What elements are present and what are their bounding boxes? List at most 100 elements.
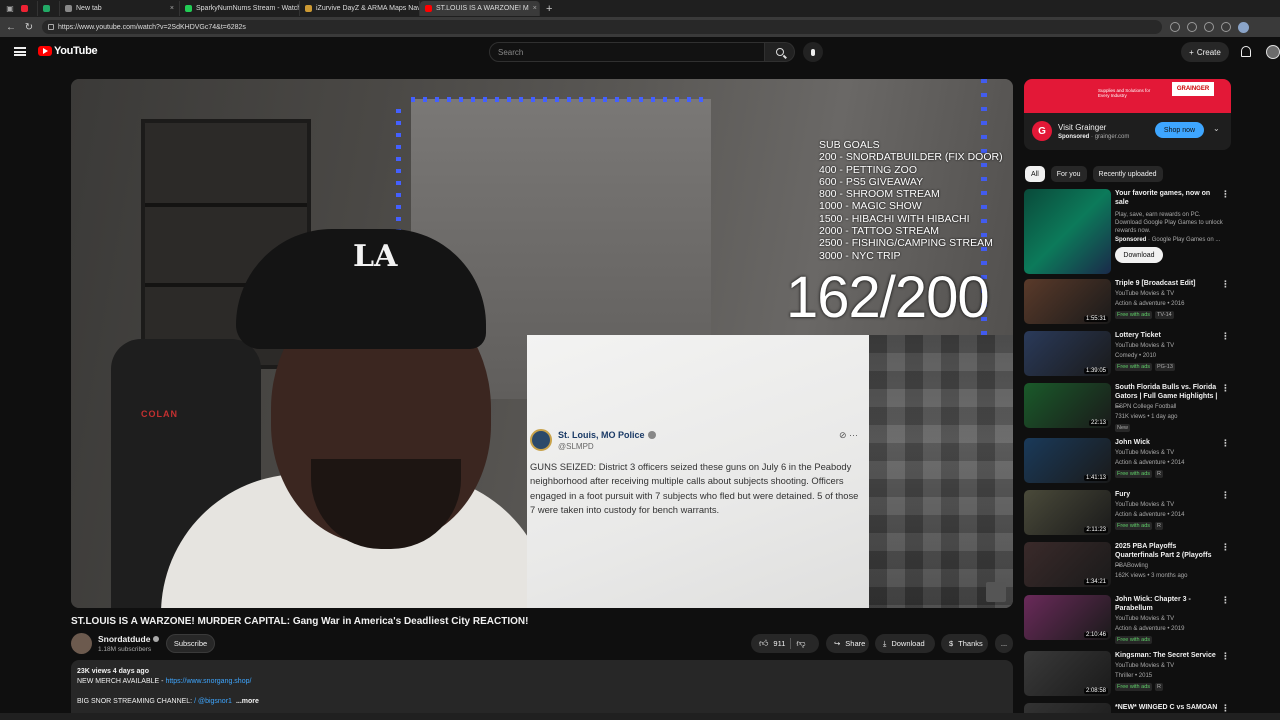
merch-line: NEW MERCH AVAILABLE - https://www.snorga… [77,677,1007,687]
video-thumbnail[interactable]: 2:11:23 [1024,490,1111,535]
more-vert-icon[interactable]: ⋮ [1221,490,1230,501]
show-more-link[interactable]: ...more [236,698,259,705]
notifications-bell-icon[interactable] [1241,46,1251,57]
extensions-puzzle-icon[interactable] [1221,21,1231,32]
more-actions-button[interactable]: ... [995,634,1013,653]
video-player[interactable]: COLAN LA SUB GOALS 200 - SNORDATBUILDER … [71,79,1013,608]
more-vert-icon[interactable]: ⋮ [1221,189,1230,200]
site-info-icon[interactable] [48,24,54,30]
rec-title[interactable]: Fury [1115,490,1219,499]
rec-title[interactable]: John Wick [1115,438,1219,447]
recommendation-item[interactable]: 2:08:58 Kingsman: The Secret Service YouTu… [1024,651,1234,701]
more-vert-icon[interactable]: ⋮ [1221,542,1230,553]
youtube-logo[interactable]: YouTube [38,45,98,57]
recommendation-item[interactable]: 22:13 South Florida Bulls vs. Florida Gat… [1024,383,1234,433]
recommendation-item[interactable]: 2:11:23 Fury YouTube Movies & TV Action & a… [1024,490,1234,540]
filter-chip[interactable]: All [1025,166,1045,182]
more-vert-icon[interactable]: ⋮ [1221,595,1230,606]
browser-tab[interactable] [16,1,38,16]
filter-chip[interactable]: Recently uploaded [1092,166,1163,182]
rec-title[interactable]: Lottery Ticket [1115,331,1219,340]
create-button[interactable]: + Create [1181,42,1229,62]
video-thumbnail[interactable]: 1:34:21 [1024,542,1111,587]
browser-tab[interactable]: ST.LOUIS IS A WARZONE! M × [420,1,540,16]
rec-channel[interactable]: YouTube Movies & TV [1115,343,1174,349]
download-button[interactable]: ⤓ Download [875,634,935,653]
rec-channel[interactable]: YouTube Movies & TV [1115,502,1174,508]
recommendation-item[interactable]: 1:55:31 Triple 9 [Broadcast Edit] YouTube … [1024,279,1234,329]
address-bar[interactable]: https://www.youtube.com/watch?v=2SdKHDVG… [42,20,1162,34]
ad-thumbnail[interactable] [1024,189,1111,274]
video-thumbnail[interactable]: 22:13 [1024,383,1111,428]
profile-avatar[interactable] [1238,21,1249,33]
browser-tab[interactable] [38,1,60,16]
close-tab-icon[interactable]: × [166,5,174,12]
channel-name[interactable]: Snordatdude [98,634,160,644]
ad-banner[interactable]: Supplies and Solutions for Every Industr… [1024,79,1231,113]
rec-title[interactable]: Triple 9 [Broadcast Edit] [1115,279,1219,288]
more-vert-icon[interactable]: ⋮ [1221,383,1230,394]
share-button[interactable]: ↪ Share [826,634,869,653]
video-thumbnail[interactable]: 1:55:31 [1024,279,1111,324]
rec-title[interactable]: Your favorite games, now on sale [1115,189,1219,207]
tab-actions-icon[interactable]: ▣ [4,3,16,15]
browser-tab[interactable]: iZurvive DayZ & ARMA Maps Nav× [300,1,420,16]
install-app-icon[interactable] [1187,21,1197,32]
download-ad-button[interactable]: Download [1115,247,1163,263]
rec-channel[interactable]: PBABowling [1115,563,1148,569]
rec-channel[interactable]: YouTube Movies & TV [1115,450,1174,456]
rec-title[interactable]: *NEW* WINGED C vs SAMOAN [1115,703,1219,712]
thumbs-down-icon[interactable]: 👎︎ [796,638,805,649]
more-vert-icon[interactable]: ⋮ [1221,279,1230,290]
video-title: ST.LOUIS IS A WARZONE! MURDER CAPITAL: G… [71,616,529,627]
video-thumbnail[interactable]: 2:10:46 [1024,595,1111,640]
search-input[interactable]: Search [489,42,765,62]
ad-title[interactable]: Visit Grainger [1058,123,1106,132]
description-box[interactable]: 23K views 4 days ago NEW MERCH AVAILABLE… [71,660,1013,720]
thumbs-up-icon[interactable]: 👍︎ [759,638,768,649]
extension-icon[interactable] [1170,21,1180,32]
new-tab-button[interactable]: + [540,3,558,15]
account-avatar[interactable] [1266,45,1280,59]
thanks-icon: $ [949,639,954,648]
more-vert-icon[interactable]: ⋮ [1221,438,1230,449]
reload-button[interactable]: ↻ [22,20,36,34]
shop-now-button[interactable]: Shop now [1155,122,1204,138]
recommendation-item[interactable]: 2:10:46 John Wick: Chapter 3 - Parabellum… [1024,595,1234,645]
tab-favicon-icon [185,5,192,12]
chevron-down-icon[interactable]: ⌄ [1213,124,1220,133]
back-button[interactable]: ← [4,20,18,34]
recommendation-item[interactable]: 1:41:13 John Wick YouTube Movies & TV Actio… [1024,438,1234,488]
rec-channel[interactable]: YouTube Movies & TV [1115,616,1174,622]
subscribe-button[interactable]: Subscribe [166,634,215,653]
browser-tab[interactable]: New tab × [60,1,180,16]
divider [790,638,792,649]
rec-channel[interactable]: YouTube Movies & TV [1115,291,1174,297]
ad-sponsor-line: Sponsored · grainger.com [1058,134,1130,140]
like-count[interactable]: 911 [773,639,785,648]
rec-title[interactable]: John Wick: Chapter 3 - Parabellum [1115,595,1219,613]
more-vert-icon[interactable]: ⋮ [1221,651,1230,662]
rec-title[interactable]: Kingsman: The Secret Service [1115,651,1219,660]
channel-handle-link[interactable]: / @bigsnor1 [194,698,232,705]
channel-avatar[interactable] [71,633,92,654]
sponsored-recommendation[interactable]: Your favorite games, now on sale Play, s… [1024,189,1234,274]
view-stats: 23K views 4 days ago [77,668,149,675]
more-vert-icon[interactable]: ⋮ [1221,331,1230,342]
video-thumbnail[interactable]: 2:08:58 [1024,651,1111,696]
close-tab-icon[interactable]: × [529,5,537,12]
search-button[interactable] [765,42,795,62]
rec-channel[interactable]: YouTube Movies & TV [1115,663,1174,669]
menu-icon[interactable] [14,47,26,56]
recommendation-item[interactable]: 1:39:05 Lottery Ticket YouTube Movies & TV… [1024,331,1234,381]
rec-channel[interactable]: ESPN College Football [1115,404,1176,410]
filter-chip[interactable]: For you [1050,166,1087,182]
bookmark-star-icon[interactable] [1204,21,1214,32]
video-thumbnail[interactable]: 1:39:05 [1024,331,1111,376]
voice-search-button[interactable] [803,42,823,62]
browser-tab[interactable]: SparkyNumNums Stream - Watch× [180,1,300,16]
thanks-button[interactable]: $ Thanks [941,634,988,653]
video-thumbnail[interactable]: 1:41:13 [1024,438,1111,483]
recommendation-item[interactable]: 1:34:21 2025 PBA Playoffs Quarterfinals P… [1024,542,1234,592]
merch-link[interactable]: https://www.snorgang.shop/ [165,678,251,685]
